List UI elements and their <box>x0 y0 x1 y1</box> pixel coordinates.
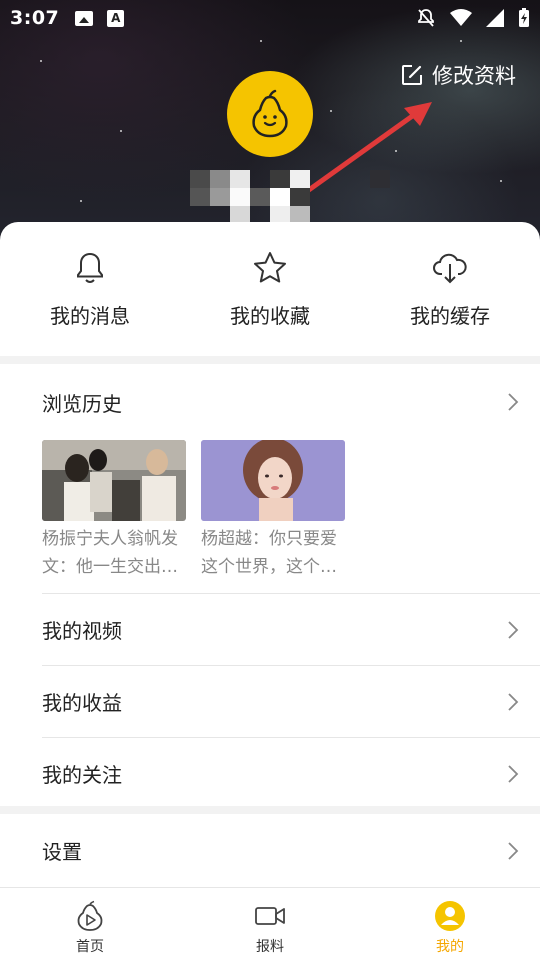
history-thumbnail-image <box>42 440 186 521</box>
tab-mine-label: 我的 <box>436 939 464 955</box>
my-favorites-label: 我的收藏 <box>230 304 310 328</box>
history-item-title: 杨振宁夫人翁帆发文：他一生交出… <box>42 529 178 577</box>
history-thumbnails: 杨振宁夫人翁帆发文：他一生交出… 杨超越：你只要爱这个世界，这个… <box>0 440 540 581</box>
image-notification-icon <box>75 10 94 26</box>
edit-icon <box>402 65 422 85</box>
nickname-obscured <box>190 170 390 224</box>
star-icon <box>254 252 286 283</box>
edit-profile-button[interactable]: 修改资料 <box>400 60 516 90</box>
history-item[interactable]: 杨超越：你只要爱这个世界，这个… <box>201 440 345 581</box>
my-messages-label: 我的消息 <box>50 304 130 328</box>
tab-home[interactable]: 首页 <box>0 888 180 960</box>
edit-profile-label: 修改资料 <box>432 64 516 88</box>
history-item[interactable]: 杨振宁夫人翁帆发文：他一生交出… <box>42 440 186 581</box>
chevron-right-icon <box>508 393 519 411</box>
my-favorites-button[interactable]: 我的收藏 <box>180 222 360 356</box>
chevron-right-icon <box>508 692 519 711</box>
wifi-icon <box>450 9 472 26</box>
menu-section: 浏览历史 杨振宁夫人翁帆发文：他一生交出… 杨超越：你只要爱这个世界，这个… 我… <box>0 364 540 806</box>
my-following-row[interactable]: 我的关注 <box>42 737 540 809</box>
history-thumbnail-image <box>201 440 345 521</box>
browsing-history-header[interactable]: 浏览历史 <box>0 364 540 440</box>
cloud-download-icon <box>433 253 467 284</box>
quick-actions-card: 我的消息 我的收藏 我的缓存 <box>0 222 540 356</box>
my-earnings-label: 我的收益 <box>42 691 122 715</box>
my-cache-button[interactable]: 我的缓存 <box>360 222 540 356</box>
browsing-history-title: 浏览历史 <box>42 391 122 416</box>
chevron-right-icon <box>508 764 519 783</box>
tab-report[interactable]: 报料 <box>180 888 360 960</box>
my-videos-label: 我的视频 <box>42 619 122 643</box>
tab-report-label: 报料 <box>256 939 284 955</box>
user-icon <box>435 901 465 931</box>
chevron-right-icon <box>508 841 519 860</box>
settings-row[interactable]: 设置 <box>0 814 540 887</box>
my-earnings-row[interactable]: 我的收益 <box>42 665 540 737</box>
my-videos-row[interactable]: 我的视频 <box>42 593 540 665</box>
status-time: 3:07 <box>10 7 60 29</box>
chevron-right-icon <box>508 620 519 639</box>
status-bar: 3:07 A <box>0 0 540 36</box>
bottom-navigation: 首页 报料 我的 <box>0 887 540 960</box>
my-messages-button[interactable]: 我的消息 <box>0 222 180 356</box>
mute-bell-icon <box>418 9 434 27</box>
battery-icon <box>519 8 529 27</box>
pear-mascot-icon <box>252 89 288 138</box>
tab-mine[interactable]: 我的 <box>360 888 540 960</box>
a-notification-icon: A <box>107 9 125 27</box>
settings-section: 设置 <box>0 814 540 887</box>
signal-icon <box>486 9 504 27</box>
my-cache-label: 我的缓存 <box>410 304 490 328</box>
tab-home-label: 首页 <box>76 939 104 955</box>
settings-label: 设置 <box>42 840 82 864</box>
avatar[interactable] <box>227 71 313 157</box>
bell-icon <box>77 252 103 283</box>
history-item-title: 杨超越：你只要爱这个世界，这个… <box>201 529 337 577</box>
home-play-icon <box>77 900 103 931</box>
video-camera-icon <box>255 907 285 925</box>
my-following-label: 我的关注 <box>42 763 122 787</box>
